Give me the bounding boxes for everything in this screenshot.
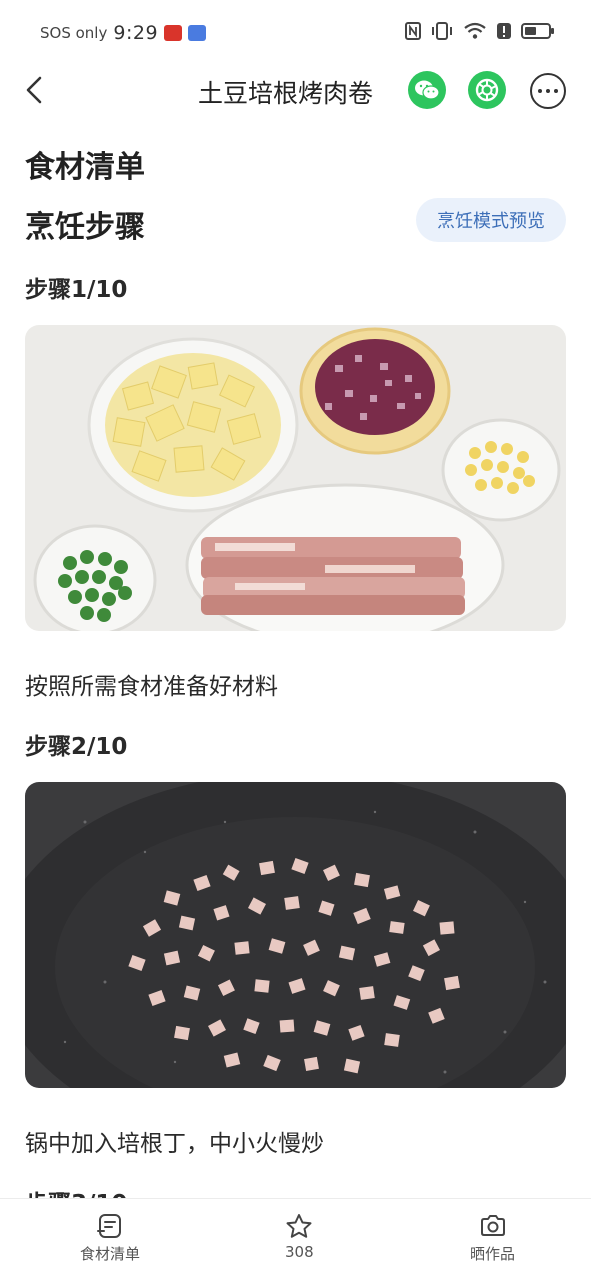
bottom-bar: 食材清单 308 晒作品 bbox=[0, 1198, 591, 1280]
alert-icon bbox=[497, 23, 511, 39]
nfc-icon bbox=[405, 22, 421, 40]
carrier-text: SOS only bbox=[40, 24, 108, 42]
camera-icon bbox=[480, 1215, 505, 1236]
tab-label: 食材清单 bbox=[80, 1245, 141, 1263]
clock: 9:29 bbox=[113, 22, 159, 44]
ingredients-photo bbox=[25, 325, 566, 631]
step-label: 步骤2/10 bbox=[25, 734, 128, 760]
back-button[interactable] bbox=[18, 70, 54, 110]
more-icon-dot bbox=[546, 89, 550, 93]
wifi-icon bbox=[464, 22, 486, 39]
more-button[interactable] bbox=[530, 73, 566, 109]
tab-label: 晒作品 bbox=[470, 1245, 516, 1263]
list-icon bbox=[97, 1214, 121, 1238]
share-wechat-button[interactable] bbox=[408, 71, 446, 109]
status-right bbox=[405, 22, 555, 40]
cooking-mode-preview-button[interactable]: 烹饪模式预览 bbox=[416, 198, 566, 242]
status-left: SOS only 9:29 bbox=[40, 22, 207, 44]
step-label: 步骤1/10 bbox=[25, 277, 128, 303]
ingredients-title[interactable]: 食材清单 bbox=[25, 142, 145, 186]
step-label: 步骤3/10 bbox=[25, 1184, 127, 1198]
moments-icon bbox=[475, 78, 499, 102]
vibrate-icon bbox=[432, 22, 452, 40]
step-image[interactable] bbox=[25, 782, 566, 1088]
recipe-content[interactable]: 食材清单 烹饪步骤 烹饪模式预览 步骤1/10 按照所需食材准备好材料 步骤2/… bbox=[0, 122, 591, 1198]
step-description: 按照所需食材准备好材料 bbox=[25, 674, 278, 700]
more-icon-dot bbox=[554, 89, 558, 93]
share-moments-button[interactable] bbox=[468, 71, 506, 109]
battery-icon bbox=[521, 23, 554, 39]
wechat-icon bbox=[415, 80, 440, 100]
header: 土豆培根烤肉卷 bbox=[0, 62, 591, 122]
notification-app-icon bbox=[188, 25, 207, 41]
tab-ingredients[interactable]: 食材清单 bbox=[80, 1213, 140, 1264]
more-icon bbox=[538, 89, 542, 93]
tab-share-work[interactable]: 晒作品 bbox=[470, 1213, 515, 1264]
step-image[interactable] bbox=[25, 325, 566, 631]
steps-title: 烹饪步骤 bbox=[25, 210, 145, 245]
back-icon bbox=[26, 76, 42, 104]
star-icon bbox=[286, 1214, 312, 1238]
favorite-count: 308 bbox=[285, 1243, 314, 1261]
frying-bacon-photo bbox=[25, 782, 566, 1088]
status-bar: SOS only 9:29 bbox=[0, 0, 591, 62]
notification-app-icon bbox=[164, 25, 183, 41]
page-title: 土豆培根烤肉卷 bbox=[198, 79, 374, 108]
step-description: 锅中加入培根丁，中小火慢炒 bbox=[25, 1131, 324, 1157]
tab-favorite[interactable]: 308 bbox=[285, 1213, 314, 1261]
